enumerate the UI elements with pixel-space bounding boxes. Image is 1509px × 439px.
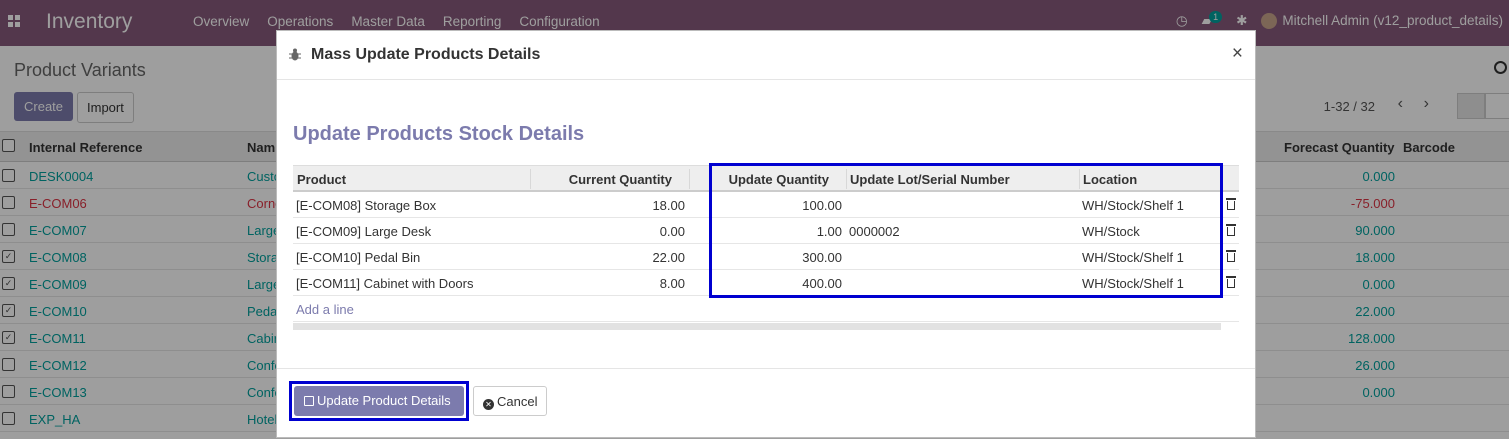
close-icon[interactable]: × bbox=[1232, 43, 1243, 65]
add-line-row: Add a line bbox=[293, 296, 1239, 322]
trash-icon[interactable] bbox=[1226, 198, 1236, 210]
cell-current-quantity: 8.00 bbox=[659, 276, 685, 291]
cell-product[interactable]: [E-COM11] Cabinet with Doors bbox=[296, 276, 474, 291]
trash-icon[interactable] bbox=[1226, 276, 1236, 288]
update-button-label: Update Product Details bbox=[317, 393, 451, 408]
cell-current-quantity: 0.00 bbox=[659, 224, 685, 239]
highlight-update-columns bbox=[709, 163, 1223, 298]
cancel-button-label: Cancel bbox=[497, 394, 538, 409]
section-title: Update Products Stock Details bbox=[293, 123, 585, 145]
cell-current-quantity: 18.00 bbox=[652, 198, 685, 213]
cell-product[interactable]: [E-COM08] Storage Box bbox=[296, 198, 436, 213]
table-horizontal-scrollbar[interactable] bbox=[293, 323, 1221, 330]
bug-icon bbox=[289, 48, 301, 61]
cell-product[interactable]: [E-COM09] Large Desk bbox=[296, 224, 431, 239]
add-line-link[interactable]: Add a line bbox=[296, 302, 354, 317]
trash-icon[interactable] bbox=[1226, 224, 1236, 236]
cell-current-quantity: 22.00 bbox=[652, 250, 685, 265]
dialog-title: Mass Update Products Details bbox=[311, 46, 541, 63]
column-current-quantity[interactable]: Current Quantity bbox=[534, 172, 672, 187]
cancel-button[interactable]: ✕ Cancel bbox=[473, 386, 547, 416]
column-product[interactable]: Product bbox=[297, 172, 346, 187]
update-product-details-button[interactable]: Update Product Details bbox=[294, 386, 464, 416]
mass-update-dialog: Mass Update Products Details × Update Pr… bbox=[276, 30, 1256, 438]
times-circle-icon: ✕ bbox=[483, 399, 494, 410]
trash-icon[interactable] bbox=[1226, 250, 1236, 262]
edit-icon bbox=[304, 396, 314, 406]
cell-product[interactable]: [E-COM10] Pedal Bin bbox=[296, 250, 420, 265]
dialog-header: Mass Update Products Details × bbox=[277, 31, 1255, 80]
